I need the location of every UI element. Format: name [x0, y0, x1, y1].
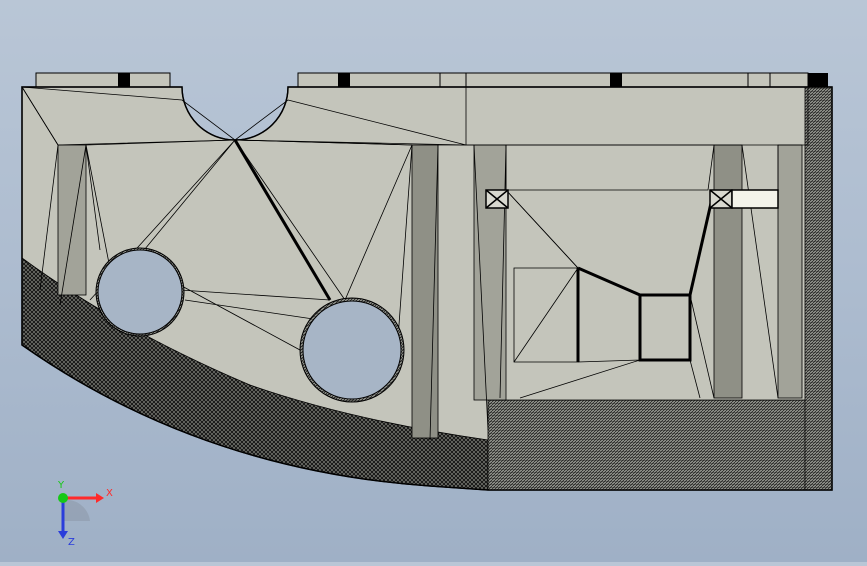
mesh-right-strip [804, 86, 833, 491]
z-axis-label: Z [68, 537, 75, 548]
mesh-dense-band-right [487, 399, 821, 491]
z-axis-arrowhead-icon [58, 531, 68, 539]
x-axis-label: X [106, 488, 113, 499]
coordinate-triad: X Y Z [40, 478, 130, 548]
y-axis-dot-icon [58, 493, 68, 503]
top-tabs [35, 72, 828, 88]
mesh-model-view[interactable] [0, 0, 867, 562]
y-axis-label: Y [57, 480, 65, 491]
x-axis-arrowhead-icon [96, 493, 104, 503]
graphics-viewport[interactable] [0, 0, 867, 562]
triad-shade [63, 499, 90, 521]
